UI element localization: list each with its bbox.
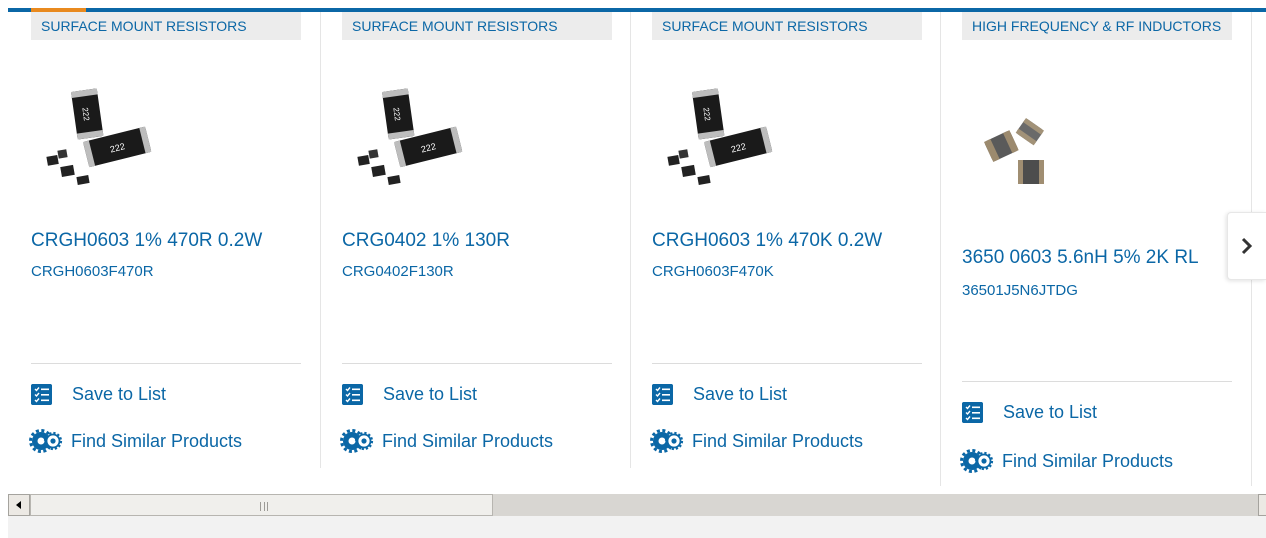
scrollbar-grip	[260, 502, 268, 511]
chevron-right-icon	[1241, 237, 1253, 255]
find-similar-button[interactable]: Find Similar Products	[340, 428, 554, 454]
find-similar-label: Find Similar Products	[71, 430, 243, 451]
product-part-number-link[interactable]: CRGH0603F470K	[652, 262, 774, 282]
card-divider	[962, 381, 1232, 382]
find-similar-button[interactable]: Find Similar Products	[29, 428, 243, 454]
resistor-marking: 222	[80, 107, 91, 122]
product-part-number-link[interactable]: CRGH0603F470R	[31, 262, 154, 282]
save-to-list-button[interactable]: Save to List	[342, 384, 477, 405]
smd-resistor-image[interactable]: 222 222	[652, 64, 807, 199]
product-category[interactable]: SURFACE MOUNT RESISTORS	[342, 12, 612, 40]
product-card: SURFACE MOUNT RESISTORS 222 222 CRG0402 …	[320, 12, 630, 468]
product-part-number-link[interactable]: CRG0402F130R	[342, 262, 454, 282]
save-to-list-button[interactable]: Save to List	[962, 402, 1097, 423]
checklist-icon	[962, 402, 983, 423]
save-to-list-label: Save to List	[693, 384, 788, 404]
product-category[interactable]: SURFACE MOUNT RESISTORS	[652, 12, 922, 40]
checklist-icon	[652, 384, 673, 405]
scroll-right-button[interactable]	[1258, 494, 1266, 516]
scrollbar-thumb[interactable]	[30, 494, 493, 516]
gears-icon	[960, 449, 994, 473]
scroll-left-button[interactable]	[8, 494, 30, 516]
resistor-marking: 222	[391, 107, 402, 122]
product-carousel: SURFACE MOUNT RESISTORS 222 222 CRGH0603…	[8, 12, 1266, 492]
gears-icon	[650, 429, 684, 453]
save-to-list-button[interactable]: Save to List	[31, 384, 166, 405]
checklist-icon	[31, 384, 52, 405]
triangle-left-icon	[16, 501, 21, 509]
checklist-icon	[342, 384, 363, 405]
product-name-link[interactable]: CRGH0603 1% 470K 0.2W	[652, 229, 937, 253]
product-name-link[interactable]: CRG0402 1% 130R	[342, 229, 627, 253]
carousel-next-button[interactable]	[1227, 212, 1266, 280]
gears-icon	[340, 429, 374, 453]
find-similar-label: Find Similar Products	[692, 430, 864, 451]
save-to-list-label: Save to List	[383, 384, 478, 404]
smd-resistor-image[interactable]: 222 222	[342, 64, 497, 199]
card-divider	[652, 363, 922, 364]
rf-inductor-image[interactable]	[962, 90, 1102, 220]
product-category[interactable]: HIGH FREQUENCY & RF INDUCTORS	[962, 12, 1232, 40]
find-similar-button[interactable]: Find Similar Products	[650, 428, 864, 454]
product-name-link[interactable]: CRGH0603 1% 470R 0.2W	[31, 229, 316, 253]
find-similar-label: Find Similar Products	[1002, 450, 1174, 471]
gears-icon	[29, 429, 63, 453]
product-name-link[interactable]: 3650 0603 5.6nH 5% 2K RL	[962, 246, 1247, 270]
save-to-list-label: Save to List	[72, 384, 167, 404]
find-similar-label: Find Similar Products	[382, 430, 554, 451]
horizontal-scrollbar[interactable]	[8, 494, 1266, 516]
card-divider	[342, 363, 612, 364]
find-similar-button[interactable]: Find Similar Products	[960, 448, 1174, 474]
product-card: HIGH FREQUENCY & RF INDUCTORS 3650 0603 …	[940, 12, 1252, 486]
product-card: SURFACE MOUNT RESISTORS 222 222 CRGH0603…	[8, 12, 318, 468]
footer-strip	[8, 516, 1266, 538]
resistor-marking: 222	[701, 107, 712, 122]
card-divider	[31, 363, 301, 364]
save-to-list-button[interactable]: Save to List	[652, 384, 787, 405]
save-to-list-label: Save to List	[1003, 402, 1098, 422]
product-part-number-link[interactable]: 36501J5N6JTDG	[962, 281, 1078, 301]
product-card: SURFACE MOUNT RESISTORS 222 222 CRGH0603…	[630, 12, 940, 468]
product-category[interactable]: SURFACE MOUNT RESISTORS	[31, 12, 301, 40]
smd-resistor-image[interactable]: 222 222	[31, 64, 186, 199]
